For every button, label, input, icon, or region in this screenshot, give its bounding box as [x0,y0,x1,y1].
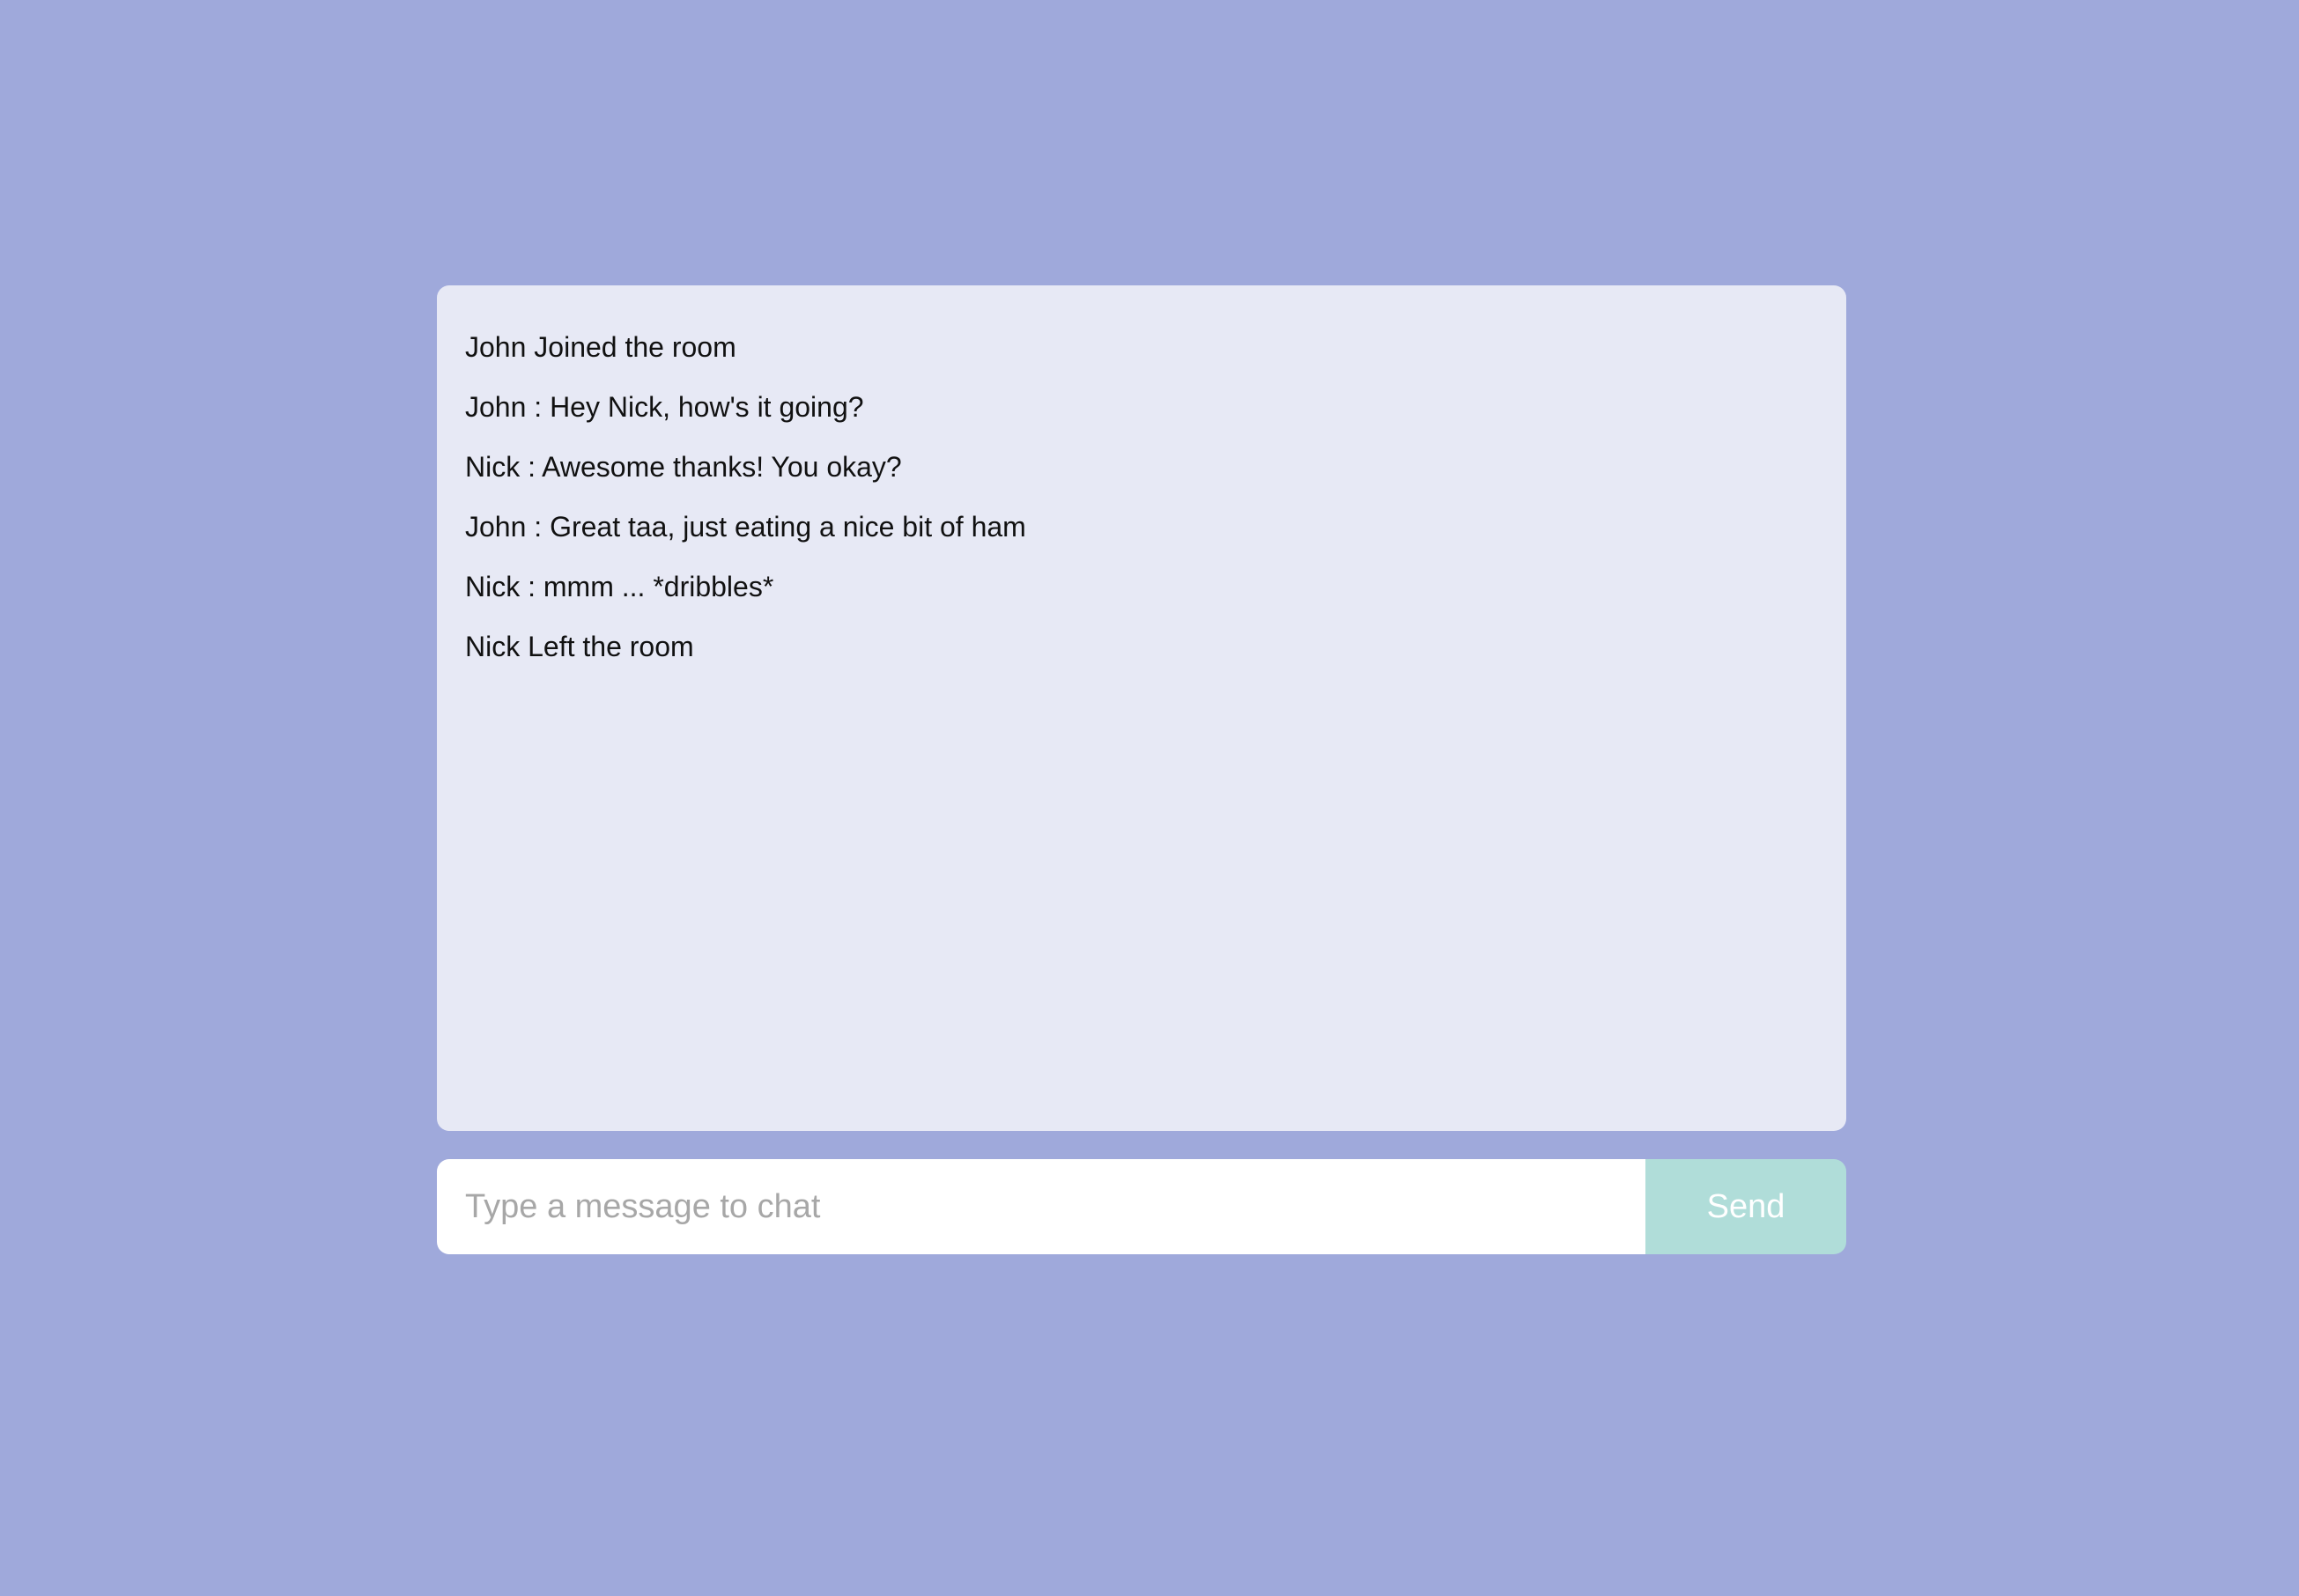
message-input[interactable] [437,1159,1645,1254]
message-item: Nick Left the room [465,631,694,662]
message-item: John Joined the room [465,331,736,363]
chat-container: John Joined the room John : Hey Nick, ho… [437,285,1846,1254]
message-log[interactable]: John Joined the room John : Hey Nick, ho… [437,285,1846,1131]
message-item: Nick : Awesome thanks! You okay? [465,451,902,483]
message-composer: Send [437,1159,1846,1254]
message-item: John : Great taa, just eating a nice bit… [465,511,1026,543]
send-button[interactable]: Send [1645,1159,1846,1254]
message-item: Nick : mmm ... *dribbles* [465,571,774,602]
message-item: John : Hey Nick, how's it going? [465,391,864,423]
